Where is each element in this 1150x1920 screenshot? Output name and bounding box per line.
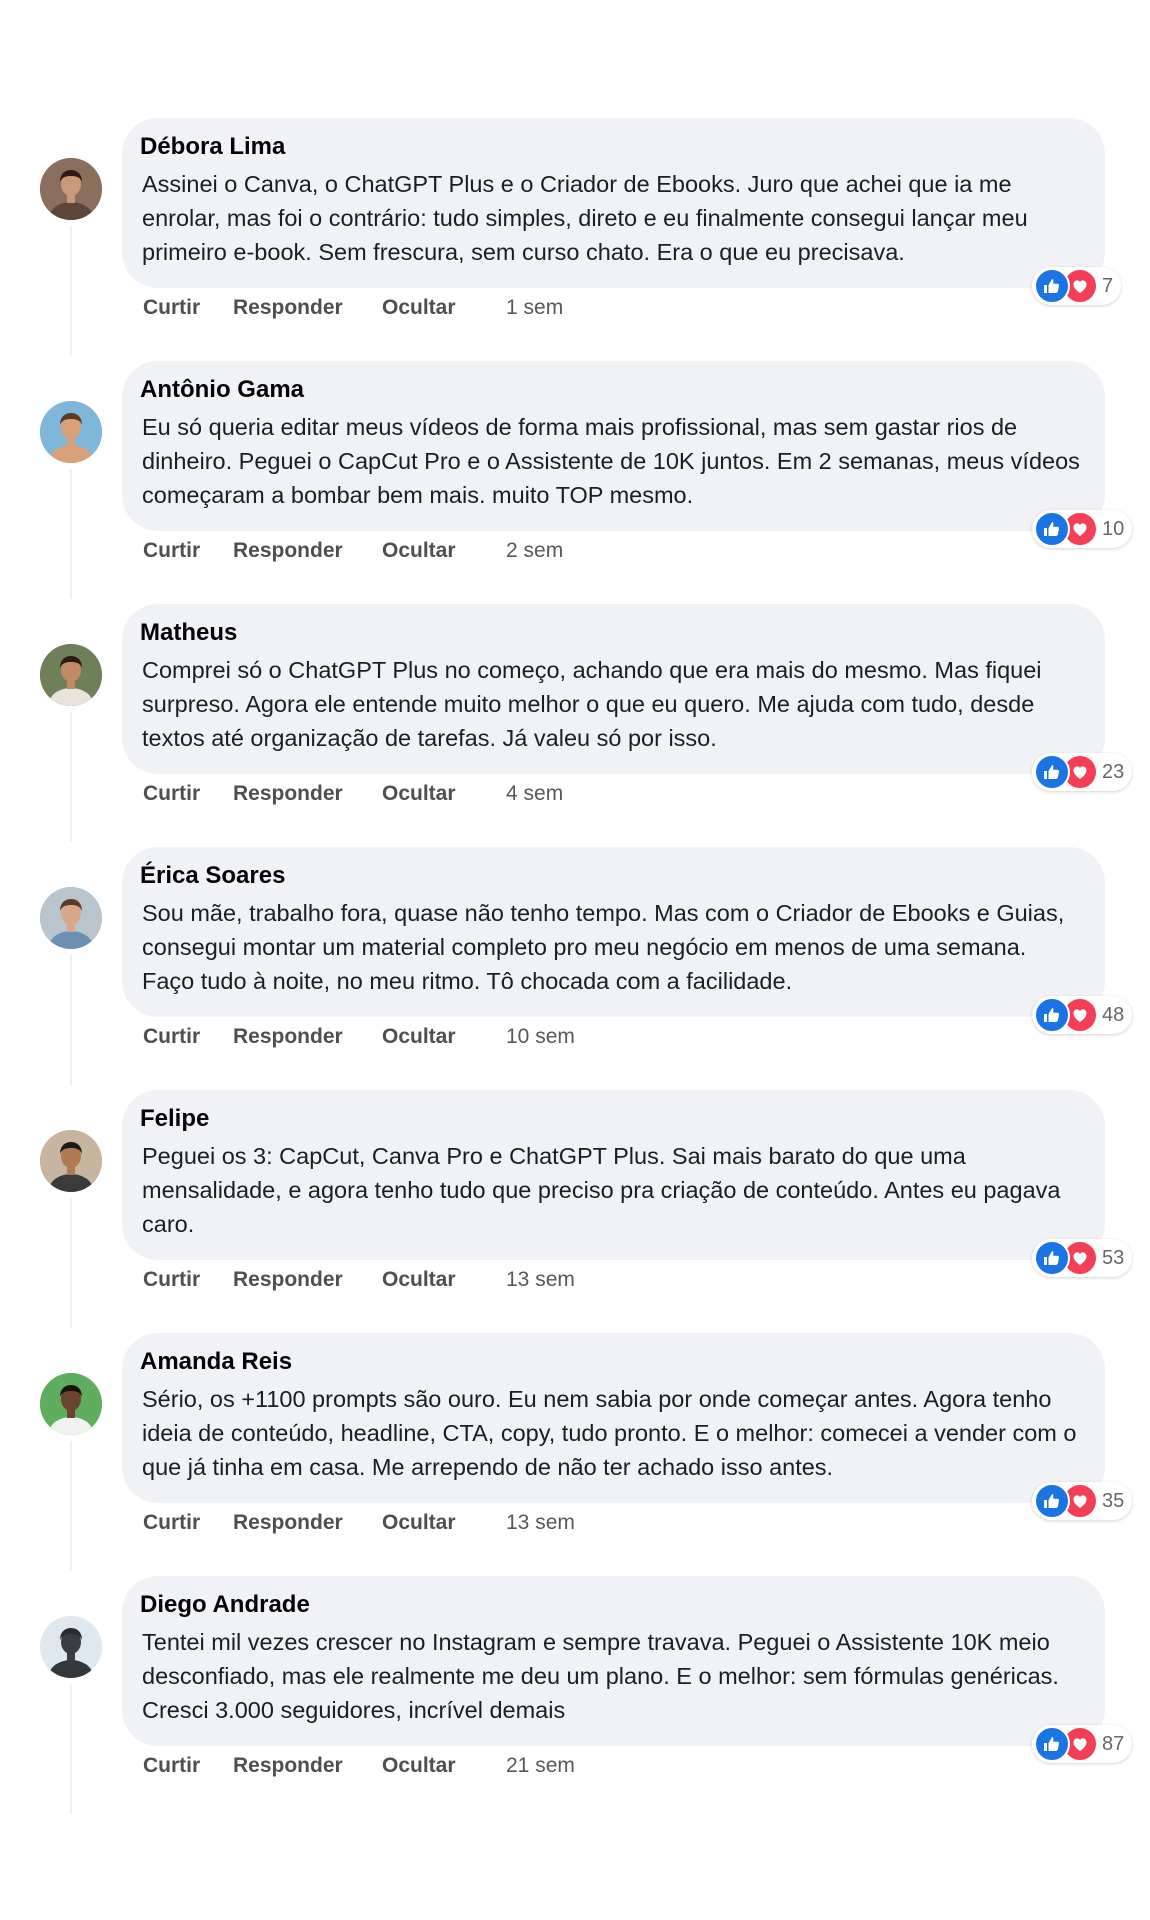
comment-text: Peguei os 3: CapCut, Canva Pro e ChatGPT… <box>142 1143 1061 1237</box>
reply-button[interactable]: Responder <box>233 1511 382 1535</box>
avatar[interactable] <box>40 158 102 220</box>
comment-timestamp[interactable]: 10 sem <box>506 1025 575 1049</box>
reaction-count: 10 <box>1102 517 1125 540</box>
avatar[interactable] <box>40 887 102 949</box>
avatar[interactable] <box>40 1130 102 1192</box>
comment-bubble: Felipe Peguei os 3: CapCut, Canva Pro e … <box>122 1090 1105 1260</box>
comment-actions: Curtir Responder Ocultar 21 sem <box>143 1749 575 1783</box>
comment-timestamp[interactable]: 2 sem <box>506 539 563 563</box>
comment-text: Sério, os +1100 prompts são ouro. Eu nem… <box>142 1386 1077 1480</box>
like-button[interactable]: Curtir <box>143 539 233 563</box>
comment-item: Amanda Reis Sério, os +1100 prompts são … <box>0 1333 1150 1573</box>
comment-author[interactable]: Amanda Reis <box>140 1348 292 1376</box>
comment-timestamp[interactable]: 1 sem <box>506 296 563 320</box>
comment-text: Tentei mil vezes crescer no Instagram e … <box>142 1629 1059 1723</box>
comment-author[interactable]: Diego Andrade <box>140 1591 310 1619</box>
comment-author[interactable]: Érica Soares <box>140 862 285 890</box>
comment-author[interactable]: Antônio Gama <box>140 376 304 404</box>
thread-line <box>70 955 72 1085</box>
reactions-summary[interactable]: 7 <box>1032 267 1122 305</box>
comment-actions: Curtir Responder Ocultar 10 sem <box>143 1020 575 1054</box>
comment-text: Assinei o Canva, o ChatGPT Plus e o Cria… <box>142 171 1028 265</box>
comment-item: Antônio Gama Eu só queria editar meus ví… <box>0 361 1150 601</box>
comment-item: Diego Andrade Tentei mil vezes crescer n… <box>0 1576 1150 1816</box>
reactions-summary[interactable]: 10 <box>1032 510 1133 548</box>
reply-button[interactable]: Responder <box>233 782 382 806</box>
comment-bubble: Diego Andrade Tentei mil vezes crescer n… <box>122 1576 1105 1746</box>
reaction-count: 7 <box>1102 274 1114 297</box>
reply-button[interactable]: Responder <box>233 1754 382 1778</box>
comment-actions: Curtir Responder Ocultar 13 sem <box>143 1263 575 1297</box>
reaction-count: 87 <box>1102 1732 1125 1755</box>
like-button[interactable]: Curtir <box>143 1754 233 1778</box>
comment-timestamp[interactable]: 4 sem <box>506 782 563 806</box>
reaction-count: 48 <box>1102 1003 1125 1026</box>
like-button[interactable]: Curtir <box>143 296 233 320</box>
like-reaction-icon <box>1034 1240 1070 1276</box>
comment-bubble: Amanda Reis Sério, os +1100 prompts são … <box>122 1333 1105 1503</box>
comment-actions: Curtir Responder Ocultar 13 sem <box>143 1506 575 1540</box>
comment-author[interactable]: Matheus <box>140 619 237 647</box>
reply-button[interactable]: Responder <box>233 296 382 320</box>
comment-text: Sou mãe, trabalho fora, quase não tenho … <box>142 900 1065 994</box>
comment-timestamp[interactable]: 13 sem <box>506 1268 575 1292</box>
thread-line <box>70 1684 72 1814</box>
comment-actions: Curtir Responder Ocultar 2 sem <box>143 534 563 568</box>
thread-line <box>70 226 72 356</box>
hide-button[interactable]: Ocultar <box>382 1025 506 1049</box>
comment-item: Felipe Peguei os 3: CapCut, Canva Pro e … <box>0 1090 1150 1330</box>
comment-bubble: Débora Lima Assinei o Canva, o ChatGPT P… <box>122 118 1105 288</box>
like-button[interactable]: Curtir <box>143 1268 233 1292</box>
hide-button[interactable]: Ocultar <box>382 296 506 320</box>
reactions-summary[interactable]: 23 <box>1032 753 1133 791</box>
hide-button[interactable]: Ocultar <box>382 782 506 806</box>
reaction-count: 23 <box>1102 760 1125 783</box>
reactions-summary[interactable]: 87 <box>1032 1725 1133 1763</box>
reactions-summary[interactable]: 53 <box>1032 1239 1133 1277</box>
like-reaction-icon <box>1034 997 1070 1033</box>
hide-button[interactable]: Ocultar <box>382 1754 506 1778</box>
comment-item: Débora Lima Assinei o Canva, o ChatGPT P… <box>0 118 1150 358</box>
reaction-count: 53 <box>1102 1246 1125 1269</box>
thread-line <box>70 469 72 599</box>
comment-bubble: Antônio Gama Eu só queria editar meus ví… <box>122 361 1105 531</box>
comment-timestamp[interactable]: 21 sem <box>506 1754 575 1778</box>
like-reaction-icon <box>1034 754 1070 790</box>
reaction-count: 35 <box>1102 1489 1125 1512</box>
like-button[interactable]: Curtir <box>143 1511 233 1535</box>
reactions-summary[interactable]: 48 <box>1032 996 1133 1034</box>
avatar[interactable] <box>40 644 102 706</box>
comment-timestamp[interactable]: 13 sem <box>506 1511 575 1535</box>
reply-button[interactable]: Responder <box>233 539 382 563</box>
comment-item: Érica Soares Sou mãe, trabalho fora, qua… <box>0 847 1150 1087</box>
reply-button[interactable]: Responder <box>233 1025 382 1049</box>
comment-text: Eu só queria editar meus vídeos de forma… <box>142 414 1080 508</box>
thread-line <box>70 712 72 842</box>
comment-author[interactable]: Felipe <box>140 1105 209 1133</box>
avatar[interactable] <box>40 401 102 463</box>
comment-item: Matheus Comprei só o ChatGPT Plus no com… <box>0 604 1150 844</box>
reactions-summary[interactable]: 35 <box>1032 1482 1133 1520</box>
avatar[interactable] <box>40 1616 102 1678</box>
like-reaction-icon <box>1034 1483 1070 1519</box>
avatar[interactable] <box>40 1373 102 1435</box>
like-reaction-icon <box>1034 511 1070 547</box>
like-button[interactable]: Curtir <box>143 782 233 806</box>
thread-line <box>70 1198 72 1328</box>
comment-actions: Curtir Responder Ocultar 4 sem <box>143 777 563 811</box>
thread-line <box>70 1441 72 1571</box>
comment-author[interactable]: Débora Lima <box>140 133 285 161</box>
like-reaction-icon <box>1034 1726 1070 1762</box>
comment-bubble: Érica Soares Sou mãe, trabalho fora, qua… <box>122 847 1105 1017</box>
hide-button[interactable]: Ocultar <box>382 1268 506 1292</box>
reply-button[interactable]: Responder <box>233 1268 382 1292</box>
like-button[interactable]: Curtir <box>143 1025 233 1049</box>
comment-text: Comprei só o ChatGPT Plus no começo, ach… <box>142 657 1042 751</box>
hide-button[interactable]: Ocultar <box>382 539 506 563</box>
like-reaction-icon <box>1034 268 1070 304</box>
hide-button[interactable]: Ocultar <box>382 1511 506 1535</box>
comment-actions: Curtir Responder Ocultar 1 sem <box>143 291 563 325</box>
comment-bubble: Matheus Comprei só o ChatGPT Plus no com… <box>122 604 1105 774</box>
